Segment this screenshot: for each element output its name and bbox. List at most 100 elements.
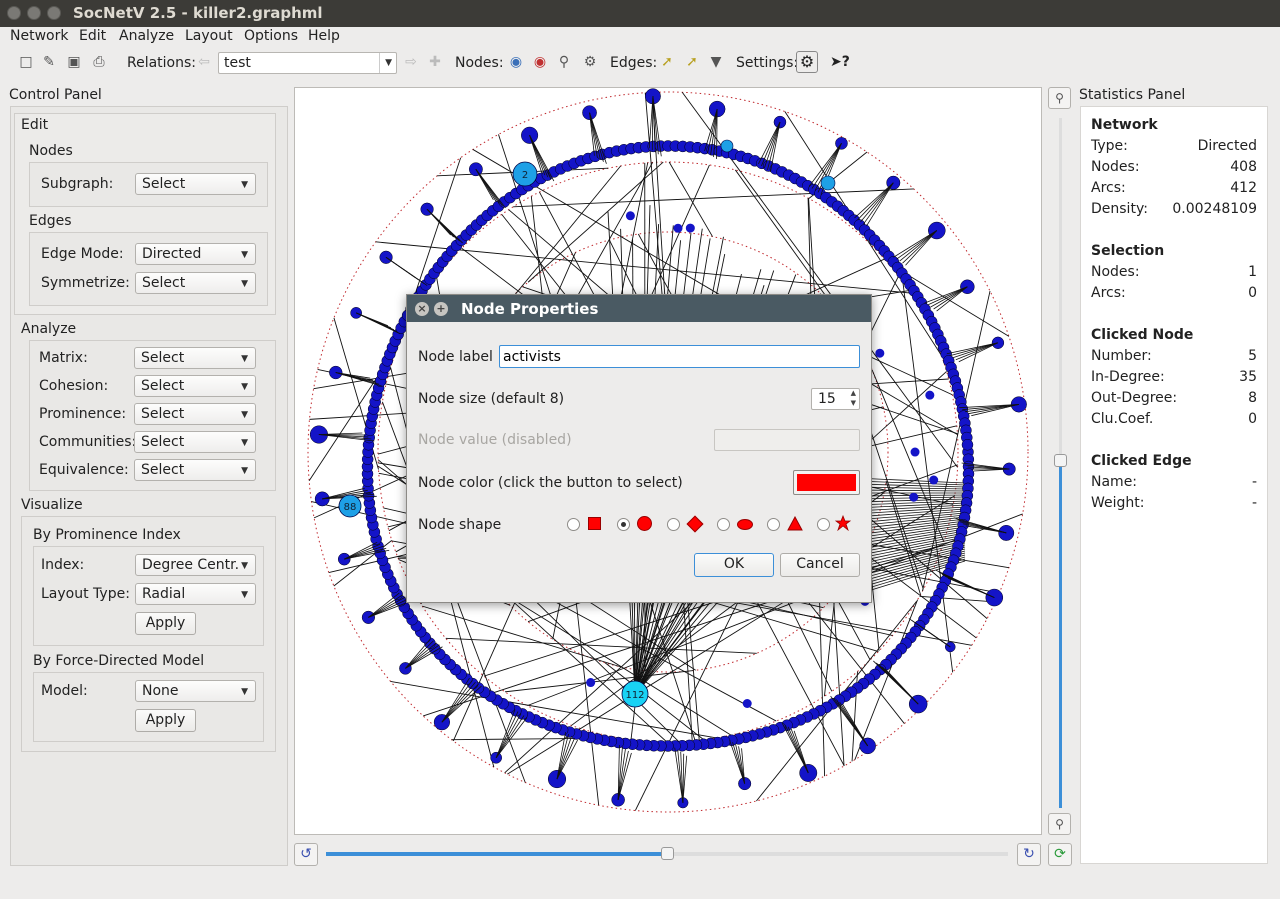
node[interactable]	[521, 126, 539, 144]
equivalence-select[interactable]: Select ▼	[134, 459, 256, 481]
node-highlighted[interactable]	[820, 175, 836, 191]
edge	[857, 182, 894, 221]
node[interactable]	[961, 439, 974, 451]
spin-up-icon[interactable]: ▲	[851, 389, 856, 397]
layout-type-select[interactable]: Radial ▼	[135, 583, 256, 605]
apply-force-button[interactable]: Apply	[135, 709, 196, 732]
add-node-icon[interactable]: ◉	[508, 54, 524, 70]
menu-help[interactable]: Help	[308, 28, 340, 44]
settings-gear-icon[interactable]: ⚙	[796, 51, 818, 73]
menu-options[interactable]: Options	[244, 28, 298, 44]
menu-network[interactable]: Network	[10, 28, 68, 44]
dialog-close-icon[interactable]: ×	[415, 302, 429, 316]
edge	[617, 750, 629, 800]
node-label[interactable]: 112	[625, 690, 644, 701]
node[interactable]	[547, 770, 567, 789]
save-icon[interactable]: ▣	[66, 54, 82, 70]
node[interactable]	[490, 751, 502, 764]
node[interactable]	[586, 678, 596, 688]
dialog-maximize-icon[interactable]: +	[434, 302, 448, 316]
clucoef-value: 0	[1248, 411, 1257, 427]
node-settings-icon[interactable]: ⚙	[582, 54, 598, 70]
shape-ellipse-radio[interactable]	[717, 518, 730, 531]
reset-view-button[interactable]: ⟳	[1048, 843, 1072, 866]
zoom-in-button[interactable]: ⚲	[1048, 87, 1071, 109]
shape-box-radio[interactable]	[567, 518, 580, 531]
node-label[interactable]: 88	[344, 502, 357, 513]
edge	[899, 230, 938, 262]
close-window-button[interactable]	[7, 6, 21, 20]
edit-title: Edit	[21, 117, 49, 133]
node[interactable]	[909, 492, 919, 502]
node[interactable]	[929, 475, 939, 485]
index-select[interactable]: Degree Centr. ▼	[135, 554, 256, 576]
maximize-window-button[interactable]	[47, 6, 61, 20]
edge	[758, 121, 781, 165]
matrix-label: Matrix:	[39, 350, 88, 366]
menu-edit[interactable]: Edit	[79, 28, 106, 44]
node-size-spinbox[interactable]: 15 ▲ ▼	[811, 388, 860, 410]
open-folder-icon[interactable]: ✎	[41, 54, 57, 70]
print-icon[interactable]: ⎙	[91, 54, 107, 70]
communities-select[interactable]: Select ▼	[134, 431, 256, 453]
zoom-out-button[interactable]: ⚲	[1048, 813, 1071, 835]
node[interactable]	[991, 336, 1005, 349]
node-color-swatch	[797, 474, 856, 491]
cohesion-value: Select	[141, 378, 185, 394]
rotate-slider-handle[interactable]	[661, 847, 674, 860]
matrix-select[interactable]: Select ▼	[134, 347, 256, 369]
relation-combo[interactable]: test ▼	[218, 52, 397, 74]
add-relation-icon[interactable]: ✚	[427, 54, 443, 70]
node[interactable]	[742, 699, 752, 709]
shape-circle-radio[interactable]	[617, 518, 630, 531]
node[interactable]	[910, 447, 920, 457]
node-label-input[interactable]	[499, 345, 860, 368]
node[interactable]	[685, 223, 695, 233]
symmetrize-select[interactable]: Select ▼	[135, 272, 256, 294]
add-edge-icon[interactable]: ➚	[659, 54, 675, 70]
model-select[interactable]: None ▼	[135, 680, 256, 702]
zoom-slider-handle[interactable]	[1054, 454, 1067, 467]
nodes-label: Nodes:	[455, 55, 504, 71]
edge	[860, 182, 894, 223]
edge-mode-select[interactable]: Directed ▼	[135, 243, 256, 265]
next-relation-icon[interactable]: ⇨	[403, 54, 419, 70]
node[interactable]	[329, 365, 343, 380]
chevron-down-icon: ▼	[241, 687, 248, 697]
prominence-select[interactable]: Select ▼	[134, 403, 256, 425]
node[interactable]	[625, 211, 635, 221]
shape-diamond-radio[interactable]	[667, 518, 680, 531]
remove-edge-icon[interactable]: ➚	[684, 54, 700, 70]
new-file-icon[interactable]: □	[18, 54, 34, 70]
rotate-left-button[interactable]: ↺	[294, 843, 318, 866]
whats-this-icon[interactable]: ➤?	[830, 54, 850, 70]
node[interactable]	[379, 250, 393, 264]
remove-node-icon[interactable]: ◉	[532, 54, 548, 70]
filter-edges-icon[interactable]: ▼	[708, 54, 724, 70]
ok-button[interactable]: OK	[694, 553, 774, 577]
spin-down-icon[interactable]: ▼	[851, 399, 856, 407]
find-node-icon[interactable]: ⚲	[556, 54, 572, 70]
node[interactable]	[960, 279, 975, 294]
node[interactable]	[998, 524, 1015, 541]
minimize-window-button[interactable]	[27, 6, 41, 20]
prev-relation-icon[interactable]: ⇦	[196, 54, 212, 70]
node[interactable]	[673, 223, 683, 233]
menu-layout[interactable]: Layout	[185, 28, 233, 44]
subgraph-select[interactable]: Select ▼	[135, 173, 256, 195]
apply-prominence-button[interactable]: Apply	[135, 612, 196, 635]
node-label[interactable]: 2	[522, 170, 528, 181]
node-color-button[interactable]	[793, 470, 860, 495]
node[interactable]	[925, 390, 935, 400]
node[interactable]	[875, 348, 885, 358]
menu-analyze[interactable]: Analyze	[119, 28, 174, 44]
edge	[422, 605, 621, 668]
cohesion-select[interactable]: Select ▼	[134, 375, 256, 397]
shape-triangle-radio[interactable]	[767, 518, 780, 531]
relation-value: test	[224, 55, 251, 71]
rotate-right-button[interactable]: ↻	[1017, 843, 1041, 866]
cancel-button[interactable]: Cancel	[780, 553, 860, 577]
node-highlighted[interactable]	[720, 139, 734, 153]
node[interactable]	[835, 137, 848, 150]
shape-star-radio[interactable]	[817, 518, 830, 531]
